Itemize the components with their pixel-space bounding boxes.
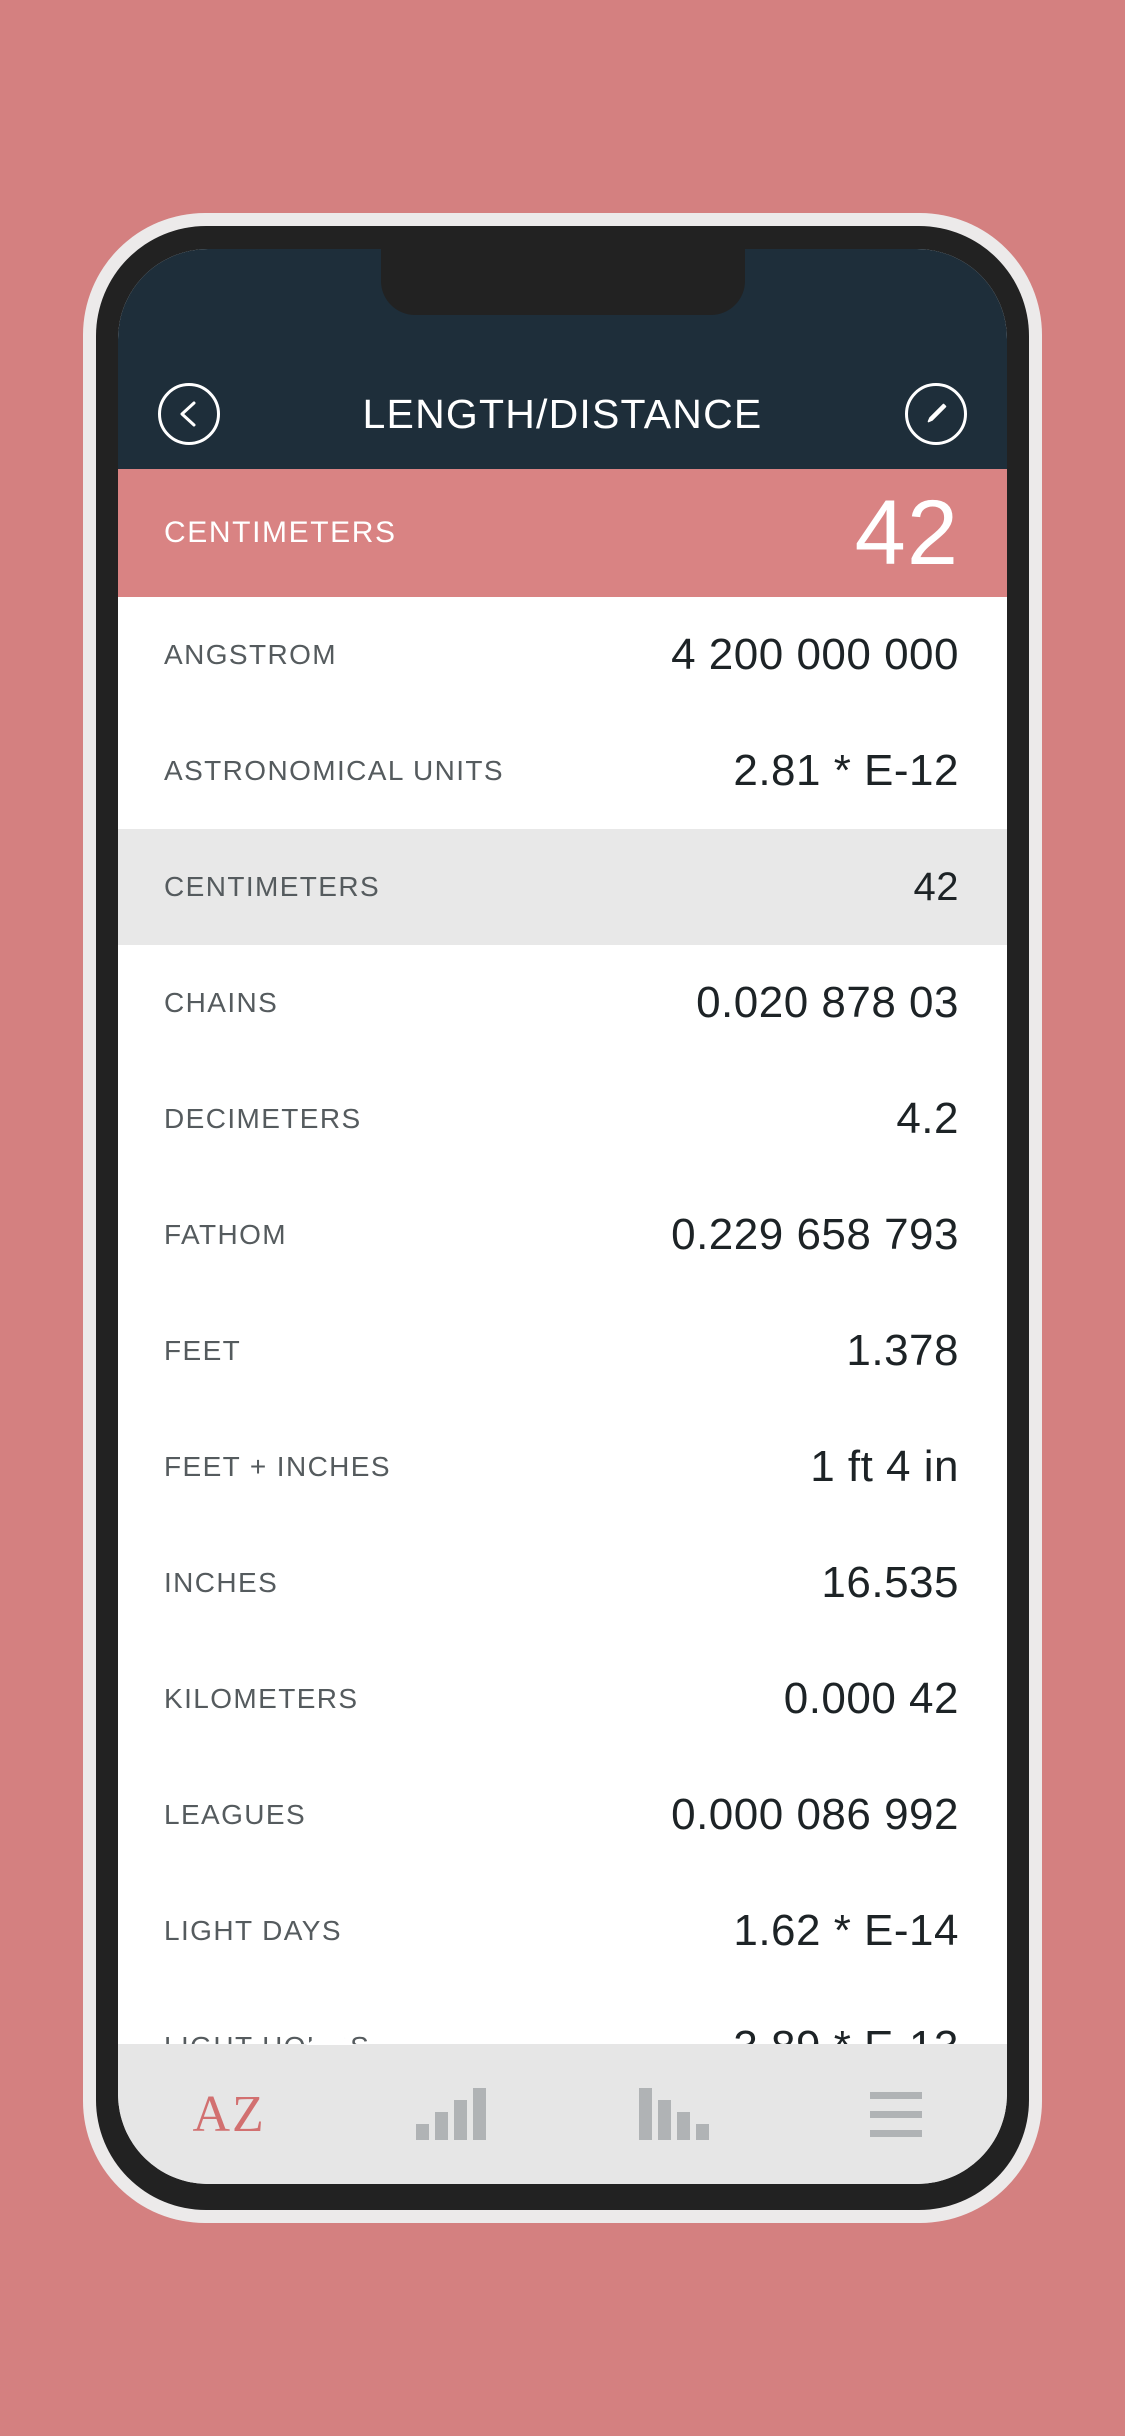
pencil-icon [921, 399, 951, 429]
active-tab-caret-icon [306, 2027, 354, 2045]
source-unit-header[interactable]: CENTIMETERS 42 [118, 469, 1007, 597]
unit-row[interactable]: LIGHT HOURS3.89 * E-13 [118, 1989, 1007, 2044]
unit-row-value: 0.229 658 793 [671, 1210, 959, 1259]
unit-conversion-list[interactable]: ANGSTROM 4 200 000 000 ASTRONOMICAL UNITS 2… [118, 597, 1007, 2044]
phone-notch [380, 249, 745, 315]
unit-row-value: 1 ft 4 in [810, 1442, 959, 1491]
unit-row[interactable]: ASTRONOMICAL UNITS 2.81 * E-12 [118, 713, 1007, 829]
unit-row-label: DECIMETERS [164, 1103, 362, 1134]
unit-row-value: 4 200 000 000 [671, 630, 959, 679]
unit-row-label: FATHOM [164, 1219, 287, 1250]
unit-row-label: INCHES [164, 1567, 279, 1598]
tab-sort-alphabetical[interactable]: AZ [118, 2044, 340, 2184]
unit-row-value: 42 [913, 864, 959, 909]
phone-body: LENGTH/DISTANCE CENTIMETERS 42 ANGSTROM 4… [96, 226, 1029, 2210]
unit-row-value: 2.81 * E-12 [733, 746, 959, 795]
bars-ascending-icon [416, 2088, 487, 2140]
tab-menu[interactable] [785, 2044, 1007, 2184]
source-unit-value: 42 [854, 482, 959, 584]
unit-row-value: 3.89 * E-13 [733, 2022, 959, 2044]
unit-row[interactable]: FATHOM 0.229 658 793 [118, 1177, 1007, 1293]
tab-sort-descending[interactable] [563, 2044, 785, 2184]
edit-button[interactable] [905, 383, 967, 445]
unit-row[interactable]: LIGHT DAYS 1.62 * E-14 [118, 1873, 1007, 1989]
status-bar [118, 249, 1007, 359]
chevron-left-icon [176, 399, 202, 429]
unit-row-value: 0.000 42 [783, 1674, 959, 1723]
unit-row-value: 0.020 878 03 [696, 978, 959, 1027]
unit-row-label: ASTRONOMICAL UNITS [164, 755, 504, 786]
unit-row-value: 16.535 [821, 1558, 959, 1607]
unit-row[interactable]: FEET + INCHES 1 ft 4 in [118, 1409, 1007, 1525]
unit-row-label: FEET + INCHES [164, 1451, 391, 1482]
phone-frame: LENGTH/DISTANCE CENTIMETERS 42 ANGSTROM 4… [83, 213, 1042, 2223]
unit-row[interactable]: ANGSTROM 4 200 000 000 [118, 597, 1007, 713]
unit-row[interactable]: FEET 1.378 [118, 1293, 1007, 1409]
bars-descending-icon [638, 2088, 709, 2140]
unit-row[interactable]: CENTIMETERS 42 [118, 829, 1007, 945]
unit-row-label: CHAINS [164, 987, 279, 1018]
unit-row[interactable]: KILOMETERS 0.000 42 [118, 1641, 1007, 1757]
hamburger-menu-icon [869, 2091, 922, 2137]
unit-row[interactable]: LEAGUES 0.000 086 992 [118, 1757, 1007, 1873]
unit-row-value: 4.2 [896, 1094, 959, 1143]
source-unit-label: CENTIMETERS [164, 516, 397, 549]
unit-row[interactable]: CHAINS 0.020 878 03 [118, 945, 1007, 1061]
unit-row[interactable]: INCHES 16.535 [118, 1525, 1007, 1641]
tab-sort-ascending[interactable] [340, 2044, 562, 2184]
back-button[interactable] [158, 383, 220, 445]
az-text-icon: AZ [192, 2085, 266, 2143]
unit-row-label: ANGSTROM [164, 639, 337, 670]
unit-row-label: KILOMETERS [164, 1683, 359, 1714]
bottom-tab-bar: AZ [118, 2027, 1007, 2184]
unit-row-label: CENTIMETERS [164, 871, 381, 902]
unit-row-label: FEET [164, 1335, 242, 1366]
navigation-bar: LENGTH/DISTANCE [118, 359, 1007, 469]
page-title: LENGTH/DISTANCE [362, 390, 763, 437]
unit-row[interactable]: DECIMETERS 4.2 [118, 1061, 1007, 1177]
unit-row-value: 1.62 * E-14 [733, 1906, 959, 1955]
unit-row-value: 1.378 [846, 1326, 959, 1375]
unit-row-label: LIGHT DAYS [164, 1915, 342, 1946]
unit-row-value: 0.000 086 992 [671, 1790, 959, 1839]
app-screen: LENGTH/DISTANCE CENTIMETERS 42 ANGSTROM 4… [118, 249, 1007, 2184]
unit-row-label: LEAGUES [164, 1799, 307, 1830]
